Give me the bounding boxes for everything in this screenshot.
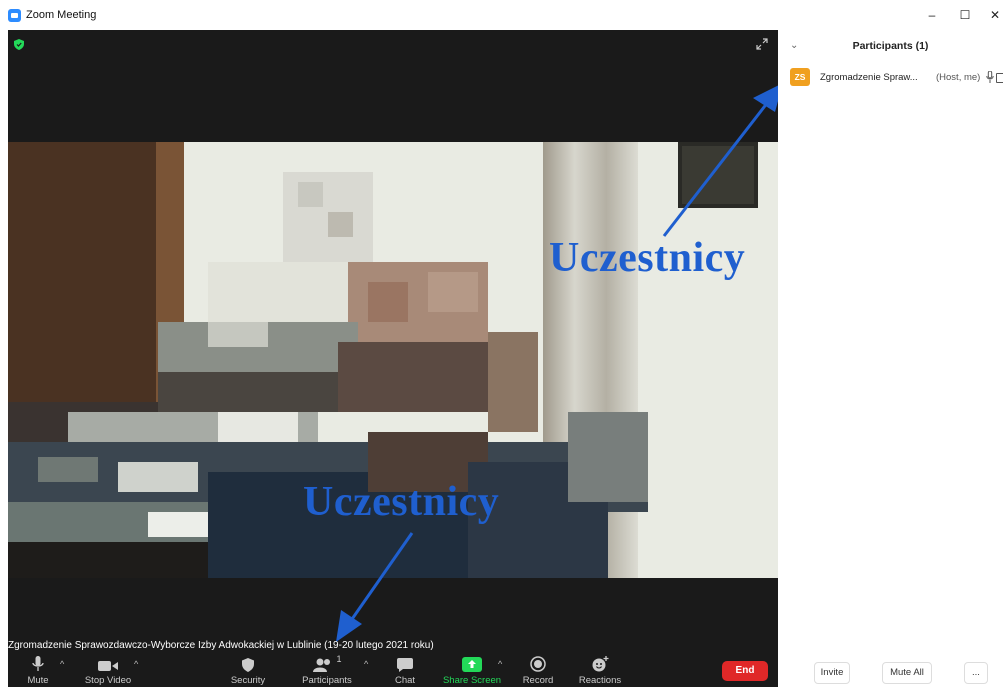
more-options-button[interactable]: ... bbox=[964, 662, 988, 684]
fullscreen-icon[interactable] bbox=[756, 38, 768, 50]
panel-collapse-chevron-icon[interactable]: ⌄ bbox=[790, 40, 798, 51]
mute-all-button[interactable]: Mute All bbox=[882, 662, 932, 684]
title-bar: Zoom Meeting – ☐ ✕ bbox=[0, 0, 1003, 30]
maximize-button[interactable]: ☐ bbox=[955, 6, 975, 24]
participant-mic-icon[interactable] bbox=[986, 71, 994, 84]
close-button[interactable]: ✕ bbox=[985, 6, 1003, 24]
mute-label: Mute bbox=[27, 675, 49, 686]
participants-options-caret[interactable]: ^ bbox=[364, 659, 368, 669]
record-label: Record bbox=[522, 675, 554, 686]
reactions-emoji-icon bbox=[592, 656, 608, 672]
chat-button[interactable]: Chat bbox=[388, 654, 422, 687]
meeting-toolbar: Mute ^ Stop Video ^ Security 1 Participa… bbox=[8, 654, 778, 687]
video-camera-icon bbox=[98, 661, 118, 671]
share-screen-button[interactable]: Share Screen bbox=[442, 654, 502, 687]
stop-video-button[interactable]: Stop Video bbox=[80, 654, 136, 687]
participant-row[interactable]: ZS Zgromadzenie Spraw... (Host, me) bbox=[790, 68, 1003, 88]
participant-avatar: ZS bbox=[790, 68, 810, 86]
minimize-button[interactable]: – bbox=[922, 6, 942, 24]
participants-panel: Participants (1) ⌄ ZS Zgromadzenie Spraw… bbox=[778, 30, 1003, 687]
participant-role-tag: (Host, me) bbox=[936, 72, 981, 83]
participants-label: Participants bbox=[302, 675, 352, 686]
invite-button[interactable]: Invite bbox=[814, 662, 850, 684]
participant-name: Zgromadzenie Spraw... bbox=[820, 72, 918, 83]
stop-video-label: Stop Video bbox=[84, 675, 132, 686]
window-title: Zoom Meeting bbox=[26, 9, 97, 21]
share-screen-label: Share Screen bbox=[442, 675, 502, 686]
participants-panel-title: Participants (1) bbox=[852, 40, 929, 52]
video-options-caret[interactable]: ^ bbox=[134, 659, 138, 669]
security-shield-icon bbox=[242, 658, 254, 672]
participants-button[interactable]: 1 Participants bbox=[300, 654, 354, 687]
end-meeting-button[interactable]: End bbox=[722, 661, 768, 681]
chat-icon bbox=[397, 658, 413, 672]
encryption-shield-icon[interactable] bbox=[14, 39, 24, 50]
reactions-label: Reactions bbox=[578, 675, 622, 686]
video-wall-picture bbox=[678, 142, 758, 208]
zoom-app-icon bbox=[8, 9, 21, 22]
reactions-button[interactable]: Reactions bbox=[576, 654, 624, 687]
video-area bbox=[8, 30, 778, 654]
microphone-icon bbox=[32, 656, 44, 671]
record-icon bbox=[530, 656, 546, 672]
audio-options-caret[interactable]: ^ bbox=[60, 659, 64, 669]
participants-icon bbox=[313, 658, 331, 672]
record-button[interactable]: Record bbox=[520, 654, 556, 687]
share-options-caret[interactable]: ^ bbox=[498, 659, 502, 669]
chat-label: Chat bbox=[394, 675, 416, 686]
annotation-label-bottom: Uczestnicy bbox=[303, 479, 500, 525]
share-screen-icon bbox=[462, 657, 482, 672]
mute-button[interactable]: Mute bbox=[18, 654, 58, 687]
security-button[interactable]: Security bbox=[228, 654, 268, 687]
participant-video-icon[interactable] bbox=[996, 73, 1003, 83]
meeting-caption: Zgromadzenie Sprawozdawczo-Wyborcze Izby… bbox=[8, 640, 434, 651]
participants-count: 1 bbox=[336, 654, 342, 664]
annotation-label-top: Uczestnicy bbox=[549, 235, 746, 281]
security-label: Security bbox=[230, 675, 266, 686]
